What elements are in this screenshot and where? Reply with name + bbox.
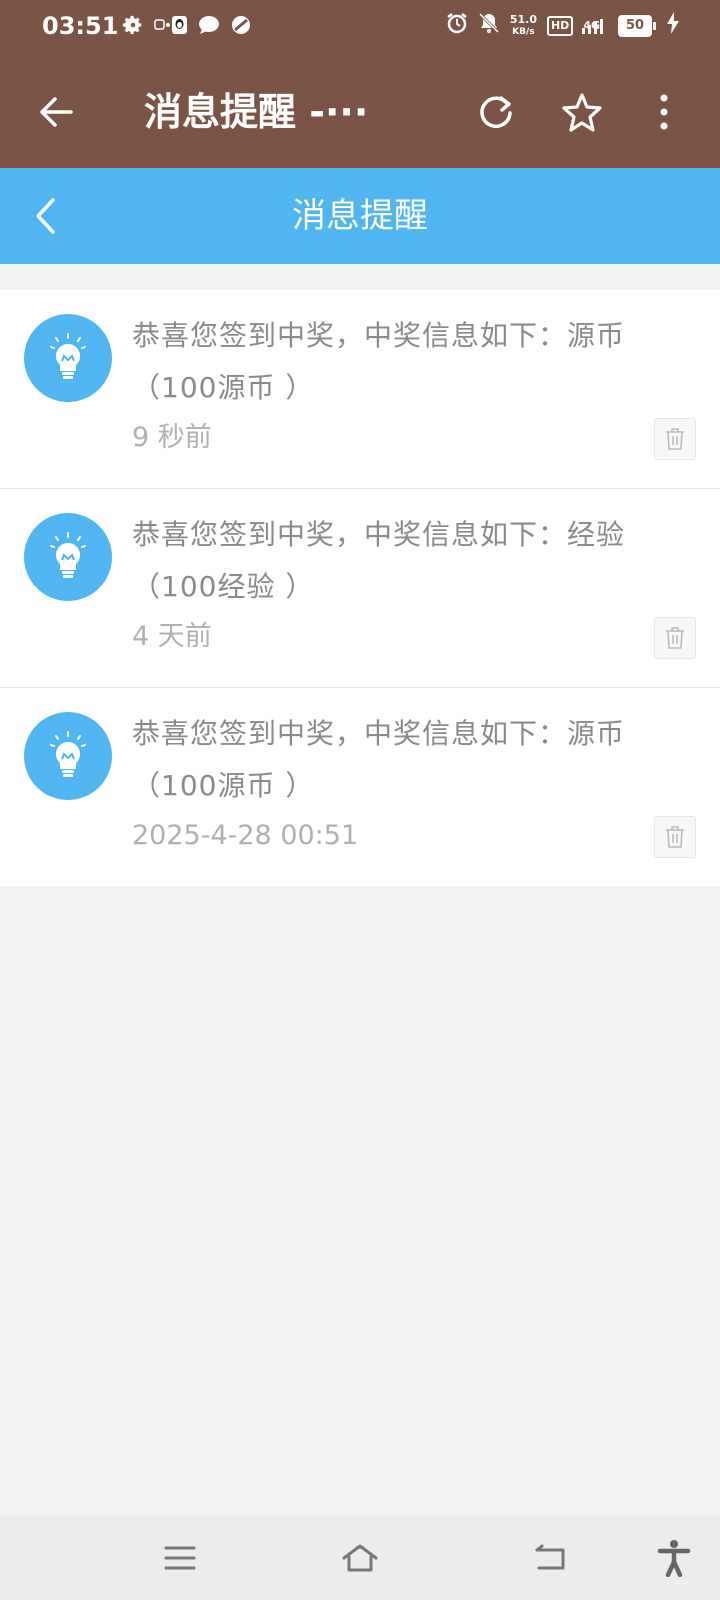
nav-home-button[interactable]	[336, 1534, 384, 1582]
network-type-label: 4G	[583, 18, 600, 32]
status-right-icons: 51.0 KB/s HD 4G 50	[446, 12, 680, 40]
hd-badge: HD	[546, 16, 574, 36]
page-header: 消息提醒	[0, 168, 720, 264]
system-nav-bar	[0, 1516, 720, 1600]
delete-button[interactable]	[654, 816, 696, 858]
message-time: 2025-4-28 00:51	[132, 820, 359, 851]
back-button[interactable]	[30, 86, 82, 138]
message-text: 恭喜您签到中奖，中奖信息如下：源币 （100源币 ）	[132, 708, 698, 812]
trash-icon	[666, 826, 684, 848]
battery-indicator: 50	[618, 15, 656, 37]
message-line-2: （100经验 ）	[132, 570, 315, 603]
refresh-button[interactable]	[470, 86, 522, 138]
message-line-2: （100源币 ）	[132, 371, 315, 404]
message-time: 4 天前	[132, 621, 212, 652]
browser-toolbar: 消息提醒 -···	[0, 72, 720, 152]
message-line-1: 恭喜您签到中奖，中奖信息如下：源币	[132, 319, 626, 352]
message-avatar	[24, 314, 112, 402]
list-item[interactable]: 恭喜您签到中奖，中奖信息如下：源币 （100源币 ） 9 秒前	[0, 290, 720, 489]
toolbar-title: 消息提醒 -···	[144, 90, 369, 134]
cell-signal: 4G	[582, 15, 608, 38]
message-text: 恭喜您签到中奖，中奖信息如下：源币 （100源币 ）	[132, 310, 698, 414]
message-avatar	[24, 513, 112, 601]
app-notification-icon	[230, 14, 252, 42]
settings-gear-icon	[122, 14, 144, 42]
page-title: 消息提醒	[292, 196, 428, 236]
message-avatar	[24, 712, 112, 800]
status-bar: 03:51 51.0 KB/s HD 4G 50	[0, 0, 720, 56]
net-speed-value: 51.0	[509, 13, 537, 26]
arrow-left-icon	[40, 97, 73, 127]
notification-app-icon	[154, 15, 188, 41]
accessibility-icon	[657, 1540, 691, 1577]
lightbulb-icon	[50, 532, 86, 578]
accessibility-button[interactable]	[650, 1534, 698, 1582]
delete-button[interactable]	[654, 418, 696, 460]
battery-level: 50	[618, 15, 652, 37]
message-line-2: （100源币 ）	[132, 769, 315, 802]
nav-menu-button[interactable]	[156, 1534, 204, 1582]
refresh-icon	[480, 96, 512, 128]
status-left-icons	[122, 14, 252, 42]
top-bar: 03:51 51.0 KB/s HD 4G 50 消息提醒 -···	[0, 0, 720, 168]
menu-icon	[164, 1546, 196, 1570]
message-text: 恭喜您签到中奖，中奖信息如下：经验 （100经验 ）	[132, 509, 698, 613]
trash-icon	[666, 428, 684, 450]
status-time: 03:51	[42, 12, 119, 40]
network-speed: 51.0 KB/s	[510, 14, 537, 38]
message-time: 9 秒前	[132, 422, 212, 453]
battery-tip	[653, 22, 656, 30]
trash-icon	[666, 627, 684, 649]
home-icon	[342, 1544, 378, 1572]
nav-back-button[interactable]	[526, 1534, 574, 1582]
more-vertical-icon	[660, 94, 668, 130]
more-button[interactable]	[638, 86, 690, 138]
lightbulb-icon	[50, 731, 86, 777]
message-list: 恭喜您签到中奖，中奖信息如下：源币 （100源币 ） 9 秒前 恭喜您签到中奖，…	[0, 290, 720, 886]
alarm-icon	[446, 12, 468, 40]
lightbulb-icon	[50, 333, 86, 379]
delete-button[interactable]	[654, 617, 696, 659]
chat-bubble-icon	[198, 15, 220, 41]
back-return-icon	[535, 1544, 565, 1570]
charging-bolt-icon	[666, 12, 680, 40]
message-line-1: 恭喜您签到中奖，中奖信息如下：源币	[132, 717, 626, 750]
bookmark-button[interactable]	[556, 86, 608, 138]
list-item[interactable]: 恭喜您签到中奖，中奖信息如下：源币 （100源币 ） 2025-4-28 00:…	[0, 688, 720, 886]
message-line-1: 恭喜您签到中奖，中奖信息如下：经验	[132, 518, 626, 551]
star-icon	[562, 93, 602, 132]
list-item[interactable]: 恭喜您签到中奖，中奖信息如下：经验 （100经验 ） 4 天前	[0, 489, 720, 688]
mute-bell-icon	[478, 12, 500, 40]
net-speed-unit: KB/s	[512, 27, 535, 37]
